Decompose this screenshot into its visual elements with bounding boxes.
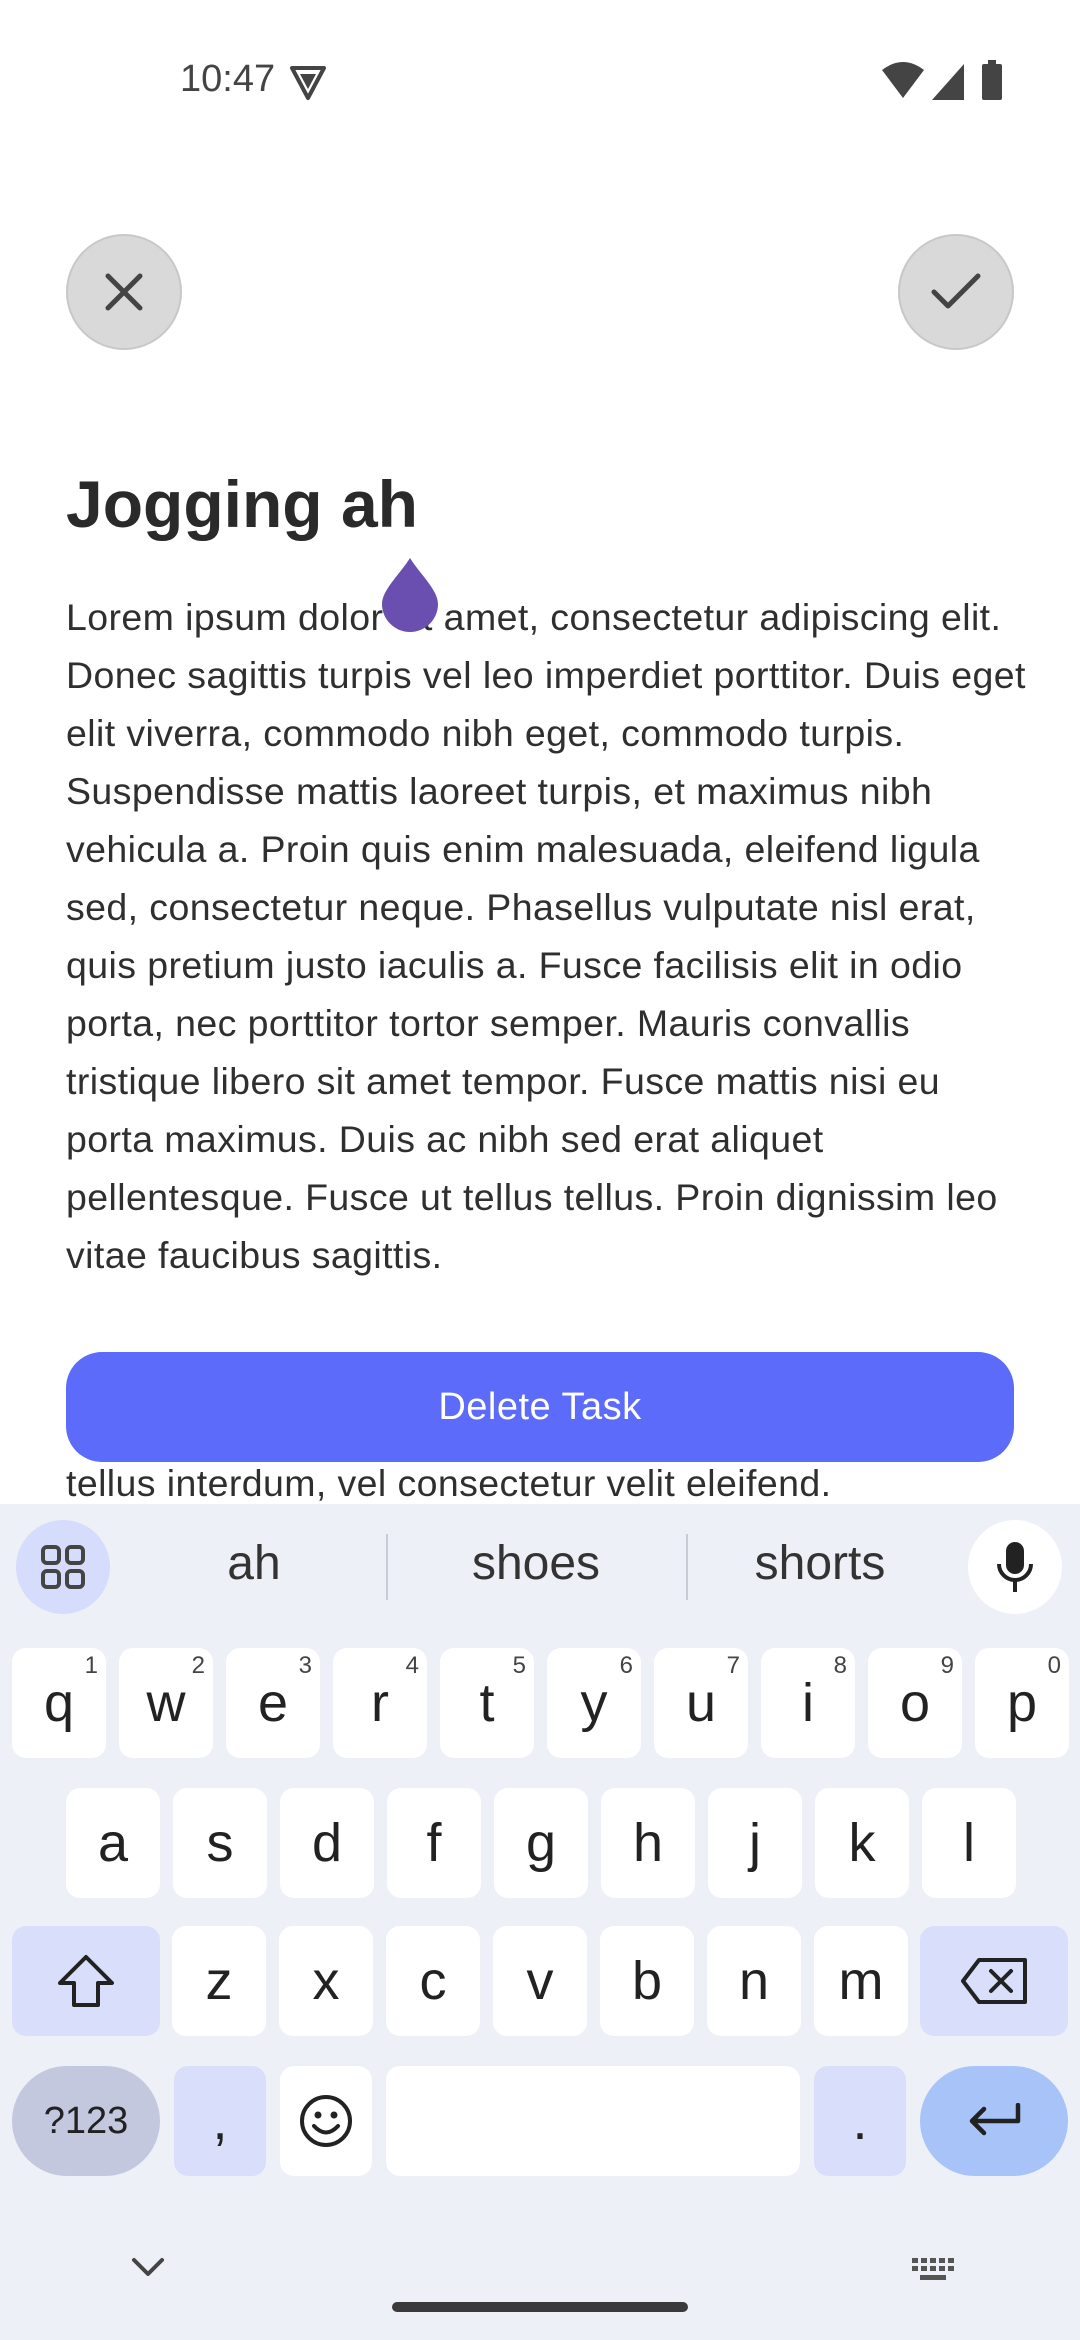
space-key[interactable]	[386, 2066, 800, 2176]
shift-icon	[58, 1955, 114, 2007]
key-label: w	[146, 1673, 186, 1733]
signal-icon	[932, 64, 964, 100]
close-icon	[105, 273, 143, 311]
task-description-tail: tellus interdum, vel consectetur velit e…	[66, 1462, 832, 1504]
key-label: p	[1006, 1673, 1038, 1733]
keyboard-panel	[0, 1504, 1080, 2340]
key-u[interactable]: u7	[654, 1648, 748, 1758]
key-v[interactable]: v	[493, 1926, 587, 2036]
battery-icon	[982, 60, 1002, 100]
key-c[interactable]: c	[386, 1926, 480, 2036]
check-icon	[931, 273, 981, 309]
key-number-hint: 9	[940, 1652, 954, 1679]
key-number-hint: 5	[512, 1652, 526, 1679]
shift-key[interactable]	[12, 1926, 160, 2036]
key-k[interactable]: k	[815, 1788, 909, 1898]
key-number-hint: 1	[84, 1652, 98, 1679]
key-z[interactable]: z	[172, 1926, 266, 2036]
enter-icon	[969, 2103, 1021, 2136]
key-number-hint: 0	[1047, 1652, 1061, 1679]
key-number-hint: 7	[726, 1652, 740, 1679]
key-number-hint: 2	[191, 1652, 205, 1679]
key-number-hint: 4	[405, 1652, 419, 1679]
key-x[interactable]: x	[279, 1926, 373, 2036]
close-button[interactable]	[66, 234, 182, 350]
suggestion-divider	[686, 1534, 688, 1600]
wifi-icon	[882, 62, 924, 98]
key-g[interactable]: g	[494, 1788, 588, 1898]
emoji-icon	[300, 2095, 352, 2147]
key-e[interactable]: e3	[226, 1648, 320, 1758]
period-key[interactable]: .	[814, 2066, 906, 2176]
key-label: y	[580, 1673, 608, 1733]
key-number-hint: 3	[298, 1652, 312, 1679]
task-title[interactable]: Jogging ah	[66, 466, 418, 542]
key-p[interactable]: p0	[975, 1648, 1069, 1758]
key-y[interactable]: y6	[547, 1648, 641, 1758]
key-number-hint: 8	[833, 1652, 847, 1679]
microphone-icon	[997, 1542, 1033, 1592]
key-label: e	[257, 1673, 289, 1733]
key-d[interactable]: d	[280, 1788, 374, 1898]
key-label: i	[802, 1673, 814, 1733]
confirm-button[interactable]	[898, 234, 1014, 350]
hide-keyboard-chevron-icon[interactable]	[130, 2256, 166, 2280]
key-s[interactable]: s	[173, 1788, 267, 1898]
key-o[interactable]: o9	[868, 1648, 962, 1758]
key-label: r	[371, 1673, 389, 1733]
key-label: u	[685, 1673, 717, 1733]
enter-key[interactable]	[920, 2066, 1068, 2176]
keyboard-switch-icon[interactable]	[910, 2254, 956, 2284]
voice-input-button[interactable]	[968, 1520, 1062, 1614]
status-time: 10:47	[180, 58, 276, 100]
key-q[interactable]: q1	[12, 1648, 106, 1758]
key-b[interactable]: b	[600, 1926, 694, 2036]
text-cursor-handle[interactable]	[380, 556, 440, 632]
key-m[interactable]: m	[814, 1926, 908, 2036]
task-description[interactable]: Lorem ipsum dolor sit amet, consectetur …	[66, 588, 1026, 1284]
key-j[interactable]: j	[708, 1788, 802, 1898]
key-i[interactable]: i8	[761, 1648, 855, 1758]
key-n[interactable]: n	[707, 1926, 801, 2036]
key-label: q	[43, 1673, 75, 1733]
backspace-key[interactable]	[920, 1926, 1068, 2036]
key-label: o	[899, 1673, 931, 1733]
vpn-shield-icon	[290, 66, 326, 100]
key-a[interactable]: a	[66, 1788, 160, 1898]
suggestion-2[interactable]: shoes	[406, 1536, 666, 1591]
key-number-hint: 6	[619, 1652, 633, 1679]
symbols-key[interactable]: ?123	[12, 2066, 160, 2176]
grid-icon	[41, 1545, 85, 1589]
key-f[interactable]: f	[387, 1788, 481, 1898]
key-h[interactable]: h	[601, 1788, 695, 1898]
key-r[interactable]: r4	[333, 1648, 427, 1758]
suggestion-1[interactable]: ah	[124, 1536, 384, 1591]
comma-key[interactable]: ,	[174, 2066, 266, 2176]
key-label: t	[479, 1673, 495, 1733]
suggestion-divider	[386, 1534, 388, 1600]
key-l[interactable]: l	[922, 1788, 1016, 1898]
key-w[interactable]: w2	[119, 1648, 213, 1758]
key-t[interactable]: t5	[440, 1648, 534, 1758]
home-indicator[interactable]	[392, 2302, 688, 2312]
delete-task-button[interactable]: Delete Task	[66, 1352, 1014, 1462]
suggestion-3[interactable]: shorts	[690, 1536, 950, 1591]
emoji-key[interactable]	[280, 2066, 372, 2176]
backspace-icon	[961, 1958, 1027, 2004]
keyboard-apps-button[interactable]	[16, 1520, 110, 1614]
